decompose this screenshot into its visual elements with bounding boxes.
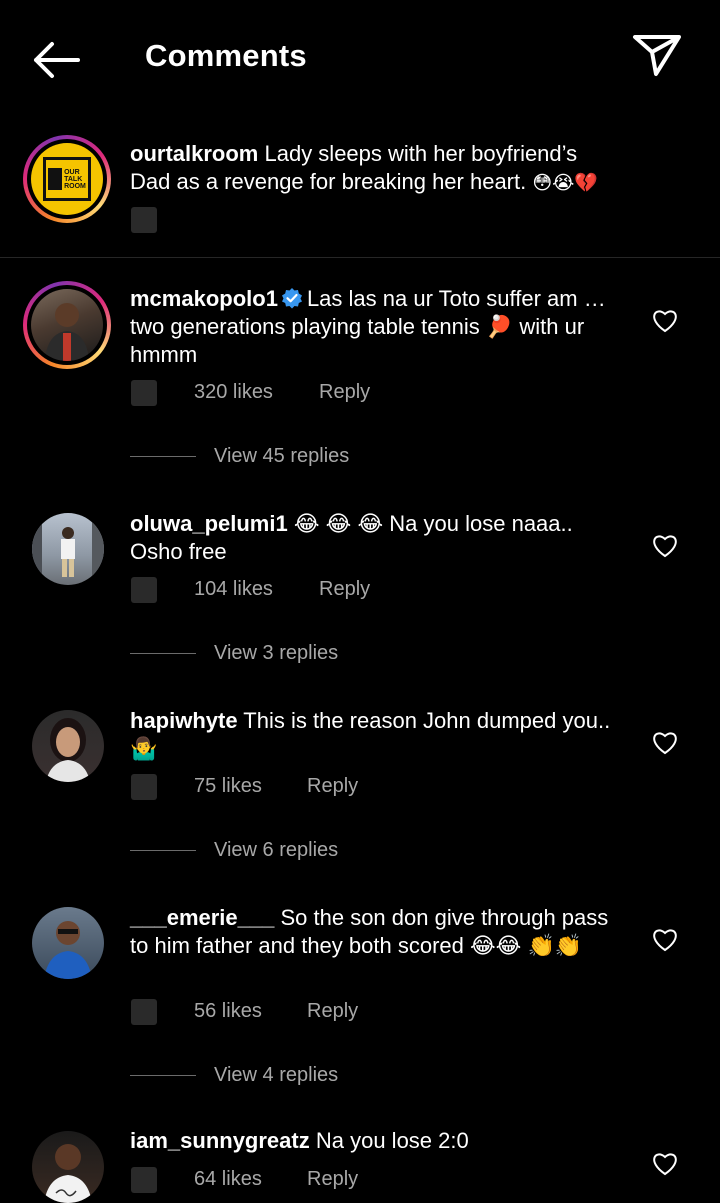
- comment-username[interactable]: ___emerie___: [130, 905, 274, 930]
- ourtalkroom-logo: OUR TALK ROOM: [31, 143, 103, 215]
- timestamp-placeholder: [131, 774, 157, 800]
- timestamp-placeholder: [131, 207, 157, 233]
- avatar-photo: [44, 921, 92, 979]
- verified-badge-icon: [281, 288, 302, 309]
- likes-count[interactable]: 75 likes: [194, 775, 262, 798]
- reply-button[interactable]: Reply: [307, 775, 358, 798]
- commenter-avatar[interactable]: [23, 281, 111, 369]
- view-replies-line: [130, 456, 196, 457]
- reply-button[interactable]: Reply: [319, 381, 370, 404]
- view-replies-link[interactable]: View 4 replies: [214, 1064, 338, 1087]
- avatar-photo: [31, 289, 103, 361]
- caption-emoji: 😳😭💔: [532, 173, 599, 194]
- avatar-photo: [32, 513, 104, 585]
- likes-count[interactable]: 56 likes: [194, 1000, 262, 1023]
- likes-count[interactable]: 64 likes: [194, 1168, 262, 1191]
- heart-outline-icon[interactable]: [652, 928, 678, 952]
- heart-outline-icon[interactable]: [652, 1152, 678, 1176]
- commenter-avatar[interactable]: [32, 710, 104, 782]
- page-title: Comments: [145, 38, 307, 73]
- timestamp-placeholder: [131, 380, 157, 406]
- commenter-avatar[interactable]: [32, 1131, 104, 1203]
- caption-text: ourtalkroom Lady sleeps with her boyfrie…: [130, 140, 620, 198]
- heart-outline-icon[interactable]: [652, 309, 678, 333]
- comment-text: oluwa_pelumi1 😂 😂 😂 Na you lose naaa.. O…: [130, 510, 620, 566]
- view-replies-link[interactable]: View 6 replies: [214, 839, 338, 862]
- view-replies-line: [130, 1075, 196, 1076]
- comment-text: ___emerie___ So the son don give through…: [130, 904, 620, 960]
- view-replies-link[interactable]: View 3 replies: [214, 642, 338, 665]
- timestamp-placeholder: [131, 577, 157, 603]
- comment-text: iam_sunnygreatz Na you lose 2:0: [130, 1127, 620, 1155]
- comment-body: Na you lose 2:0: [315, 1128, 469, 1153]
- avatar-photo: [44, 1144, 92, 1203]
- timestamp-placeholder: [131, 999, 157, 1025]
- reply-button[interactable]: Reply: [307, 1168, 358, 1191]
- view-replies-link[interactable]: View 45 replies: [214, 445, 349, 468]
- likes-count[interactable]: 104 likes: [194, 578, 273, 601]
- comment-username[interactable]: iam_sunnygreatz: [130, 1128, 310, 1153]
- comment-username[interactable]: mcmakopolo1: [130, 286, 278, 311]
- comment-username[interactable]: hapiwhyte: [130, 708, 238, 733]
- paper-plane-icon[interactable]: [630, 30, 684, 80]
- commenter-avatar[interactable]: [32, 513, 104, 585]
- heart-outline-icon[interactable]: [652, 731, 678, 755]
- likes-count[interactable]: 320 likes: [194, 381, 273, 404]
- commenter-avatar[interactable]: [32, 907, 104, 979]
- heart-outline-icon[interactable]: [652, 534, 678, 558]
- view-replies-line: [130, 850, 196, 851]
- back-arrow-icon[interactable]: [30, 38, 82, 82]
- caption-username[interactable]: ourtalkroom: [130, 141, 258, 166]
- header-bar: Comments: [0, 0, 720, 115]
- timestamp-placeholder: [131, 1167, 157, 1193]
- avatar-photo: [46, 718, 90, 782]
- view-replies-line: [130, 653, 196, 654]
- comment-text: mcmakopolo1 Las las na ur Toto suffer am …: [130, 285, 620, 369]
- comment-username[interactable]: oluwa_pelumi1: [130, 511, 288, 536]
- reply-button[interactable]: Reply: [307, 1000, 358, 1023]
- post-caption: OUR TALK ROOM ourtalkroom Lady sleeps wi…: [0, 115, 720, 258]
- caption-avatar[interactable]: OUR TALK ROOM: [23, 135, 111, 223]
- reply-button[interactable]: Reply: [319, 578, 370, 601]
- comment-text: hapiwhyte This is the reason John dumped…: [130, 707, 620, 763]
